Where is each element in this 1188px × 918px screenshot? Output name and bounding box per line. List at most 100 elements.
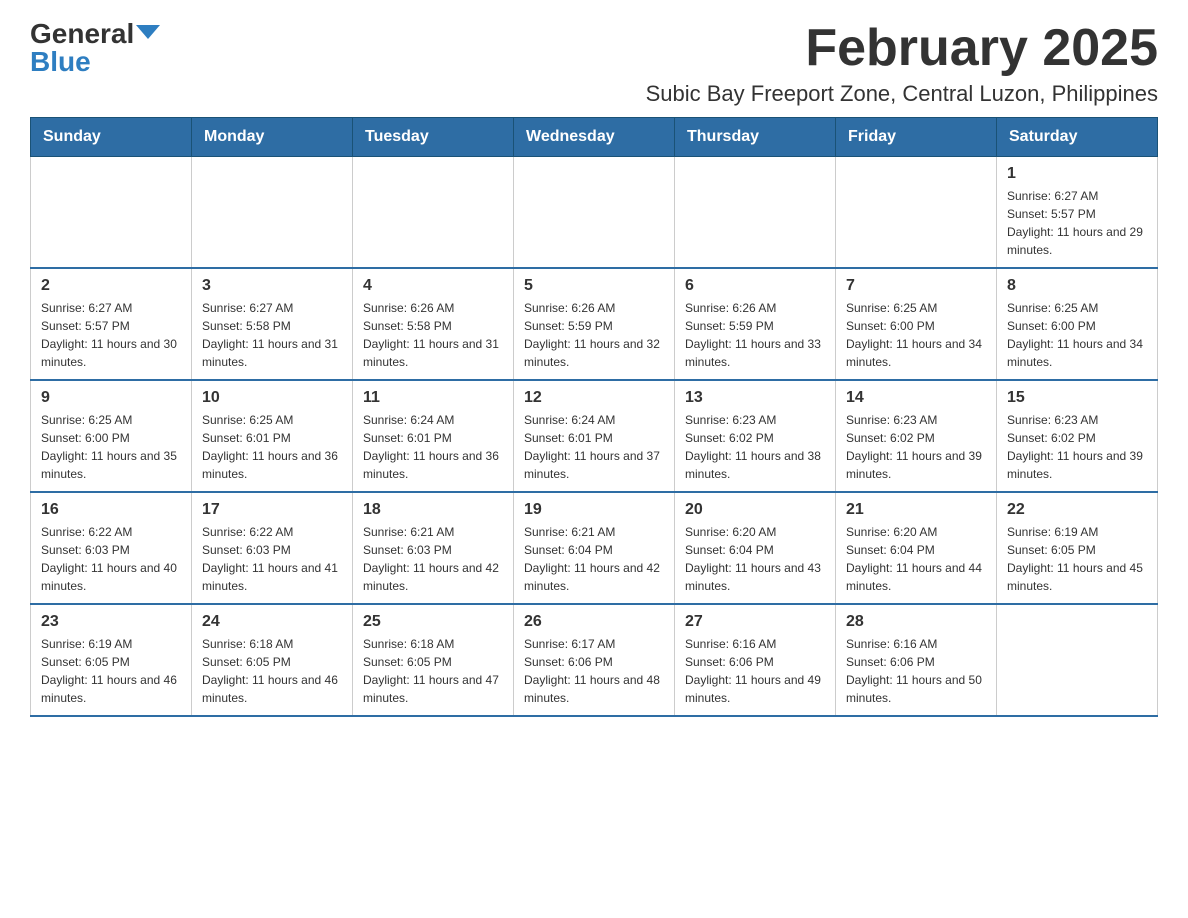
calendar-cell: 4Sunrise: 6:26 AMSunset: 5:58 PMDaylight… bbox=[353, 268, 514, 380]
day-number: 28 bbox=[846, 613, 986, 631]
calendar-subtitle: Subic Bay Freeport Zone, Central Luzon, … bbox=[646, 81, 1158, 107]
day-info: Sunrise: 6:24 AMSunset: 6:01 PMDaylight:… bbox=[363, 411, 503, 483]
day-info: Sunrise: 6:18 AMSunset: 6:05 PMDaylight:… bbox=[363, 635, 503, 707]
calendar-cell: 20 Sunrise: 6:20 AMSunset: 6:04 PMDayligh… bbox=[675, 492, 836, 604]
day-info: Sunrise: 6:16 AMSunset: 6:06 PMDaylight:… bbox=[846, 635, 986, 707]
calendar-cell: 26 Sunrise: 6:17 AMSunset: 6:06 PMDayligh… bbox=[514, 604, 675, 716]
day-info: Sunrise: 6:18 AMSunset: 6:05 PMDaylight:… bbox=[202, 635, 342, 707]
day-number: 9 bbox=[41, 389, 181, 407]
day-info: Sunrise: 6:19 AMSunset: 6:05 PMDaylight:… bbox=[1007, 523, 1147, 595]
day-number: 19 bbox=[524, 501, 664, 519]
logo-blue-text: Blue bbox=[30, 46, 91, 77]
calendar-cell: 22 Sunrise: 6:19 AMSunset: 6:05 PMDayligh… bbox=[997, 492, 1158, 604]
day-number: 26 bbox=[524, 613, 664, 631]
day-info: Sunrise: 6:19 AMSunset: 6:05 PMDaylight:… bbox=[41, 635, 181, 707]
day-info: Sunrise: 6:27 AMSunset: 5:58 PMDaylight:… bbox=[202, 299, 342, 371]
calendar-cell bbox=[675, 157, 836, 269]
calendar-cell: 5 Sunrise: 6:26 AMSunset: 5:59 PMDaylight… bbox=[514, 268, 675, 380]
day-info: Sunrise: 6:16 AMSunset: 6:06 PMDaylight:… bbox=[685, 635, 825, 707]
day-number: 13 bbox=[685, 389, 825, 407]
calendar-cell: 18 Sunrise: 6:21 AMSunset: 6:03 PMDayligh… bbox=[353, 492, 514, 604]
day-number: 21 bbox=[846, 501, 986, 519]
calendar-table: SundayMondayTuesdayWednesdayThursdayFrid… bbox=[30, 117, 1158, 717]
calendar-cell: 2 Sunrise: 6:27 AMSunset: 5:57 PMDaylight… bbox=[31, 268, 192, 380]
calendar-cell: 1 Sunrise: 6:27 AMSunset: 5:57 PMDaylight… bbox=[997, 157, 1158, 269]
day-number: 12 bbox=[524, 389, 664, 407]
day-info: Sunrise: 6:27 AMSunset: 5:57 PMDaylight:… bbox=[41, 299, 181, 371]
calendar-cell: 25 Sunrise: 6:18 AMSunset: 6:05 PMDayligh… bbox=[353, 604, 514, 716]
calendar-cell: 14 Sunrise: 6:23 AMSunset: 6:02 PMDayligh… bbox=[836, 380, 997, 492]
day-number: 23 bbox=[41, 613, 181, 631]
day-number: 14 bbox=[846, 389, 986, 407]
day-info: Sunrise: 6:22 AMSunset: 6:03 PMDaylight:… bbox=[41, 523, 181, 595]
calendar-cell: 19 Sunrise: 6:21 AMSunset: 6:04 PMDayligh… bbox=[514, 492, 675, 604]
calendar-cell: 27 Sunrise: 6:16 AMSunset: 6:06 PMDayligh… bbox=[675, 604, 836, 716]
day-info: Sunrise: 6:22 AMSunset: 6:03 PMDaylight:… bbox=[202, 523, 342, 595]
calendar-cell: 24Sunrise: 6:18 AMSunset: 6:05 PMDayligh… bbox=[192, 604, 353, 716]
day-info: Sunrise: 6:23 AMSunset: 6:02 PMDaylight:… bbox=[685, 411, 825, 483]
calendar-week-5: 23 Sunrise: 6:19 AMSunset: 6:05 PMDayligh… bbox=[31, 604, 1158, 716]
day-number: 7 bbox=[846, 277, 986, 295]
calendar-cell bbox=[31, 157, 192, 269]
logo-general-text: General bbox=[30, 20, 134, 48]
day-info: Sunrise: 6:20 AMSunset: 6:04 PMDaylight:… bbox=[685, 523, 825, 595]
day-info: Sunrise: 6:27 AMSunset: 5:57 PMDaylight:… bbox=[1007, 187, 1147, 259]
day-info: Sunrise: 6:23 AMSunset: 6:02 PMDaylight:… bbox=[846, 411, 986, 483]
calendar-cell bbox=[192, 157, 353, 269]
weekday-header-saturday: Saturday bbox=[997, 118, 1158, 157]
day-number: 17 bbox=[202, 501, 342, 519]
day-number: 25 bbox=[363, 613, 503, 631]
day-number: 16 bbox=[41, 501, 181, 519]
calendar-week-4: 16 Sunrise: 6:22 AMSunset: 6:03 PMDayligh… bbox=[31, 492, 1158, 604]
day-info: Sunrise: 6:25 AMSunset: 6:00 PMDaylight:… bbox=[41, 411, 181, 483]
calendar-header: SundayMondayTuesdayWednesdayThursdayFrid… bbox=[31, 118, 1158, 157]
calendar-cell: 9 Sunrise: 6:25 AMSunset: 6:00 PMDaylight… bbox=[31, 380, 192, 492]
calendar-cell: 23 Sunrise: 6:19 AMSunset: 6:05 PMDayligh… bbox=[31, 604, 192, 716]
day-number: 1 bbox=[1007, 165, 1147, 183]
calendar-cell: 3Sunrise: 6:27 AMSunset: 5:58 PMDaylight… bbox=[192, 268, 353, 380]
day-info: Sunrise: 6:25 AMSunset: 6:00 PMDaylight:… bbox=[846, 299, 986, 371]
day-number: 15 bbox=[1007, 389, 1147, 407]
day-info: Sunrise: 6:25 AMSunset: 6:01 PMDaylight:… bbox=[202, 411, 342, 483]
day-info: Sunrise: 6:24 AMSunset: 6:01 PMDaylight:… bbox=[524, 411, 664, 483]
calendar-cell: 17 Sunrise: 6:22 AMSunset: 6:03 PMDayligh… bbox=[192, 492, 353, 604]
calendar-cell: 8Sunrise: 6:25 AMSunset: 6:00 PMDaylight… bbox=[997, 268, 1158, 380]
day-info: Sunrise: 6:26 AMSunset: 5:58 PMDaylight:… bbox=[363, 299, 503, 371]
logo-triangle-icon bbox=[136, 25, 160, 39]
day-number: 22 bbox=[1007, 501, 1147, 519]
title-section: February 2025 Subic Bay Freeport Zone, C… bbox=[646, 20, 1158, 107]
calendar-cell: 13 Sunrise: 6:23 AMSunset: 6:02 PMDayligh… bbox=[675, 380, 836, 492]
calendar-cell: 6 Sunrise: 6:26 AMSunset: 5:59 PMDaylight… bbox=[675, 268, 836, 380]
calendar-cell bbox=[836, 157, 997, 269]
calendar-cell: 15 Sunrise: 6:23 AMSunset: 6:02 PMDayligh… bbox=[997, 380, 1158, 492]
calendar-week-1: 1 Sunrise: 6:27 AMSunset: 5:57 PMDaylight… bbox=[31, 157, 1158, 269]
weekday-header-monday: Monday bbox=[192, 118, 353, 157]
day-info: Sunrise: 6:26 AMSunset: 5:59 PMDaylight:… bbox=[524, 299, 664, 371]
calendar-week-2: 2 Sunrise: 6:27 AMSunset: 5:57 PMDaylight… bbox=[31, 268, 1158, 380]
day-number: 6 bbox=[685, 277, 825, 295]
day-number: 11 bbox=[363, 389, 503, 407]
weekday-header-thursday: Thursday bbox=[675, 118, 836, 157]
day-info: Sunrise: 6:17 AMSunset: 6:06 PMDaylight:… bbox=[524, 635, 664, 707]
day-info: Sunrise: 6:21 AMSunset: 6:03 PMDaylight:… bbox=[363, 523, 503, 595]
logo: General Blue bbox=[30, 20, 160, 76]
day-number: 8 bbox=[1007, 277, 1147, 295]
calendar-cell: 11 Sunrise: 6:24 AMSunset: 6:01 PMDayligh… bbox=[353, 380, 514, 492]
day-number: 18 bbox=[363, 501, 503, 519]
day-number: 5 bbox=[524, 277, 664, 295]
weekday-header-friday: Friday bbox=[836, 118, 997, 157]
weekday-header-row: SundayMondayTuesdayWednesdayThursdayFrid… bbox=[31, 118, 1158, 157]
day-info: Sunrise: 6:26 AMSunset: 5:59 PMDaylight:… bbox=[685, 299, 825, 371]
calendar-title: February 2025 bbox=[646, 20, 1158, 77]
day-info: Sunrise: 6:20 AMSunset: 6:04 PMDaylight:… bbox=[846, 523, 986, 595]
day-number: 20 bbox=[685, 501, 825, 519]
day-info: Sunrise: 6:23 AMSunset: 6:02 PMDaylight:… bbox=[1007, 411, 1147, 483]
calendar-week-3: 9 Sunrise: 6:25 AMSunset: 6:00 PMDaylight… bbox=[31, 380, 1158, 492]
calendar-cell: 16 Sunrise: 6:22 AMSunset: 6:03 PMDayligh… bbox=[31, 492, 192, 604]
page-header: General Blue February 2025 Subic Bay Fre… bbox=[30, 20, 1158, 107]
day-number: 27 bbox=[685, 613, 825, 631]
day-number: 2 bbox=[41, 277, 181, 295]
day-info: Sunrise: 6:21 AMSunset: 6:04 PMDaylight:… bbox=[524, 523, 664, 595]
calendar-body: 1 Sunrise: 6:27 AMSunset: 5:57 PMDaylight… bbox=[31, 157, 1158, 717]
calendar-cell: 12 Sunrise: 6:24 AMSunset: 6:01 PMDayligh… bbox=[514, 380, 675, 492]
